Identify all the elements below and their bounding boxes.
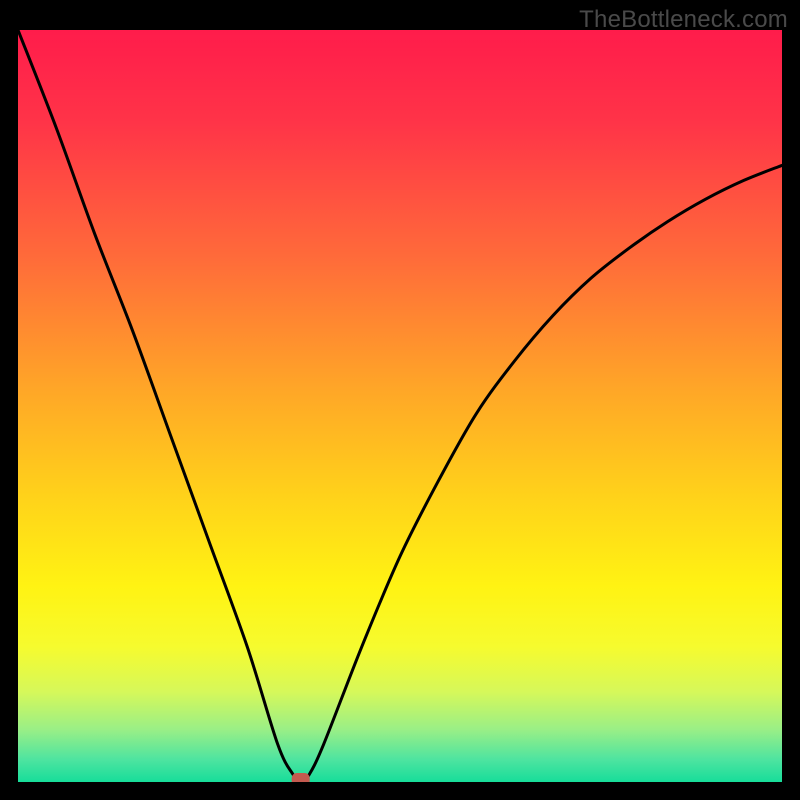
plot-area	[18, 30, 782, 782]
minimum-marker	[292, 773, 310, 782]
bottleneck-chart	[18, 30, 782, 782]
chart-frame: TheBottleneck.com	[0, 0, 800, 800]
watermark-text: TheBottleneck.com	[579, 6, 788, 34]
gradient-background	[18, 30, 782, 782]
